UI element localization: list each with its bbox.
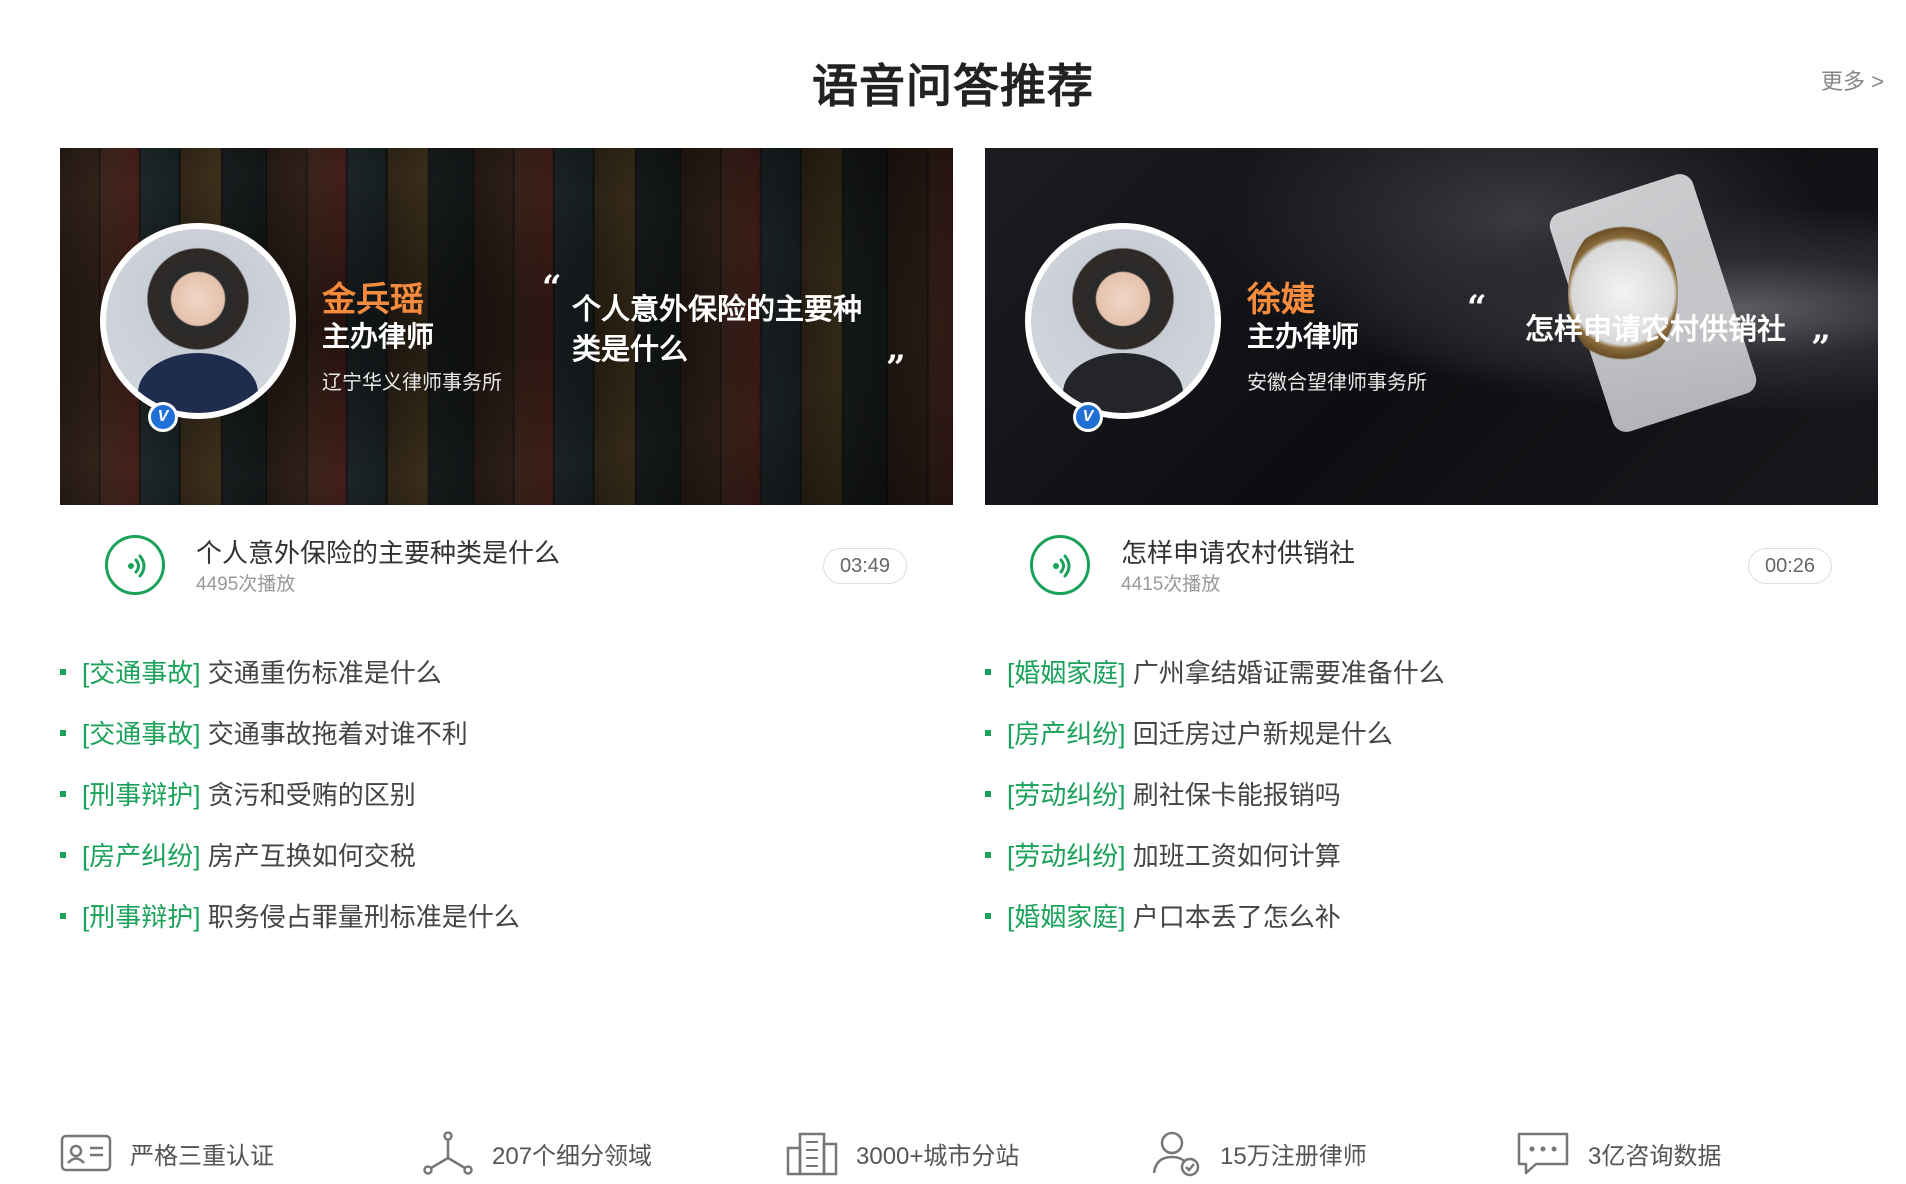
bullet-icon bbox=[985, 669, 991, 675]
audio-title[interactable]: 怎样申请农村供销社 bbox=[1121, 533, 1355, 570]
audio-play-icon[interactable] bbox=[105, 535, 165, 595]
qa-category: [劳动纠纷] bbox=[1007, 841, 1126, 871]
feature-item: 15万注册律师 bbox=[1150, 1128, 1367, 1178]
qa-category: [房产纠纷] bbox=[1007, 719, 1126, 749]
bullet-icon bbox=[60, 913, 66, 919]
quote-open-icon: “ bbox=[1467, 288, 1487, 328]
chat-bubble-icon bbox=[1517, 1132, 1569, 1175]
lawyer-photo bbox=[106, 229, 290, 413]
list-item[interactable]: [交通事故] 交通事故拖着对谁不利 bbox=[60, 714, 953, 775]
qa-category: [交通事故] bbox=[82, 719, 201, 749]
feature-label: 3000+城市分站 bbox=[856, 1142, 1020, 1170]
audio-row[interactable]: 怎样申请农村供销社 4415次播放 00:26 bbox=[985, 505, 1878, 615]
banner-question: 个人意外保险的主要种类是什么 bbox=[572, 294, 863, 366]
banner[interactable]: V 徐婕 主办律师 安徽合望律师事务所 “ 怎样申请农村供销社 ” bbox=[985, 148, 1878, 505]
feature-label: 严格三重认证 bbox=[130, 1142, 274, 1170]
lawyer-firm: 辽宁华义律师事务所 bbox=[322, 372, 502, 394]
banner-question: 怎样申请农村供销社 bbox=[1525, 314, 1787, 346]
list-item[interactable]: [刑事辩护] 贪污和受贿的区别 bbox=[60, 775, 953, 836]
avatar bbox=[1025, 223, 1221, 419]
list-item[interactable]: [刑事辩护] 职务侵占罪量刑标准是什么 bbox=[60, 897, 953, 958]
qa-category: [房产纠纷] bbox=[82, 841, 201, 871]
qa-category: [交通事故] bbox=[82, 658, 201, 688]
qa-question: 职务侵占罪量刑标准是什么 bbox=[207, 902, 520, 932]
verified-badge-icon: V bbox=[148, 402, 178, 432]
qa-question: 交通事故拖着对谁不利 bbox=[207, 719, 468, 749]
list-item[interactable]: [劳动纠纷] 刷社保卡能报销吗 bbox=[985, 775, 1878, 836]
list-item[interactable]: [房产纠纷] 回迁房过户新规是什么 bbox=[985, 714, 1878, 775]
feature-item: 严格三重认证 bbox=[60, 1128, 274, 1178]
qa-question: 交通重伤标准是什么 bbox=[207, 658, 442, 688]
qa-category: [婚姻家庭] bbox=[1007, 658, 1126, 688]
list-item[interactable]: [婚姻家庭] 户口本丢了怎么补 bbox=[985, 897, 1878, 958]
audio-title[interactable]: 个人意外保险的主要种类是什么 bbox=[196, 533, 560, 570]
play-count: 4495次播放 bbox=[196, 574, 296, 595]
lawyer-name: 金兵瑶 bbox=[322, 281, 424, 319]
lawyer-verified-icon bbox=[1152, 1131, 1200, 1177]
play-count: 4415次播放 bbox=[1121, 574, 1221, 595]
list-item[interactable]: [交通事故] 交通重伤标准是什么 bbox=[60, 653, 953, 714]
voice-qa-card: V 徐婕 主办律师 安徽合望律师事务所 “ 怎样申请农村供销社 ” 怎样申请农村… bbox=[985, 148, 1878, 958]
qa-category: [刑事辩护] bbox=[82, 780, 201, 810]
banner[interactable]: V 金兵瑶 主办律师 辽宁华义律师事务所 “ 个人意外保险的主要种类是什么 ” bbox=[60, 148, 953, 505]
lawyer-title: 主办律师 bbox=[322, 321, 435, 352]
quote-close-icon: ” bbox=[886, 348, 906, 388]
bullet-icon bbox=[60, 669, 66, 675]
bullet-icon bbox=[60, 852, 66, 858]
qa-list: [婚姻家庭] 广州拿结婚证需要准备什么 [房产纠纷] 回迁房过户新规是什么 [劳… bbox=[985, 653, 1878, 958]
qa-question: 刷社保卡能报销吗 bbox=[1132, 780, 1341, 810]
bullet-icon bbox=[985, 791, 991, 797]
audio-row[interactable]: 个人意外保险的主要种类是什么 4495次播放 03:49 bbox=[60, 505, 953, 615]
duration-badge: 00:26 bbox=[1748, 548, 1832, 584]
feature-label: 3亿咨询数据 bbox=[1588, 1142, 1722, 1170]
list-item[interactable]: [婚姻家庭] 广州拿结婚证需要准备什么 bbox=[985, 653, 1878, 714]
qa-question: 加班工资如何计算 bbox=[1132, 841, 1341, 871]
list-item[interactable]: [房产纠纷] 房产互换如何交税 bbox=[60, 836, 953, 897]
feature-label: 15万注册律师 bbox=[1220, 1142, 1367, 1170]
voice-qa-card: V 金兵瑶 主办律师 辽宁华义律师事务所 “ 个人意外保险的主要种类是什么 ” … bbox=[60, 148, 953, 958]
qa-category: [劳动纠纷] bbox=[1007, 780, 1126, 810]
qa-category: [刑事辩护] bbox=[82, 902, 201, 932]
qa-question: 户口本丢了怎么补 bbox=[1132, 902, 1341, 932]
bullet-icon bbox=[60, 791, 66, 797]
avatar bbox=[100, 223, 296, 419]
qa-question: 贪污和受贿的区别 bbox=[207, 780, 416, 810]
bullet-icon bbox=[985, 852, 991, 858]
bullet-icon bbox=[985, 730, 991, 736]
bullet-icon bbox=[60, 730, 66, 736]
id-card-icon bbox=[60, 1134, 112, 1172]
quote-close-icon: ” bbox=[1811, 328, 1831, 368]
features-bar: 严格三重认证 207个细分领域 3000+城市分站 15万注册律师 3亿咨询数据 bbox=[60, 1128, 1860, 1178]
feature-label: 207个细分领域 bbox=[492, 1142, 653, 1170]
lawyer-title: 主办律师 bbox=[1247, 321, 1360, 352]
section-title: 语音问答推荐 bbox=[812, 60, 1094, 112]
verified-badge-icon: V bbox=[1073, 402, 1103, 432]
qa-list: [交通事故] 交通重伤标准是什么 [交通事故] 交通事故拖着对谁不利 [刑事辩护… bbox=[60, 653, 953, 958]
more-link[interactable]: 更多 > bbox=[1821, 64, 1884, 96]
qa-question: 回迁房过户新规是什么 bbox=[1132, 719, 1393, 749]
audio-play-icon[interactable] bbox=[1030, 535, 1090, 595]
qa-question: 房产互换如何交税 bbox=[207, 841, 416, 871]
feature-item: 3亿咨询数据 bbox=[1516, 1128, 1721, 1178]
qa-category: [婚姻家庭] bbox=[1007, 902, 1126, 932]
duration-badge: 03:49 bbox=[823, 548, 907, 584]
city-building-icon bbox=[786, 1132, 838, 1176]
lawyer-photo bbox=[1031, 229, 1215, 413]
bullet-icon bbox=[985, 913, 991, 919]
lawyer-firm: 安徽合望律师事务所 bbox=[1247, 372, 1427, 394]
qa-question: 广州拿结婚证需要准备什么 bbox=[1132, 658, 1445, 688]
quote-open-icon: “ bbox=[542, 268, 562, 308]
list-item[interactable]: [劳动纠纷] 加班工资如何计算 bbox=[985, 836, 1878, 897]
lawyer-name: 徐婕 bbox=[1247, 281, 1315, 319]
feature-item: 207个细分领域 bbox=[422, 1128, 652, 1178]
feature-item: 3000+城市分站 bbox=[786, 1128, 1019, 1178]
network-nodes-icon bbox=[423, 1131, 473, 1175]
